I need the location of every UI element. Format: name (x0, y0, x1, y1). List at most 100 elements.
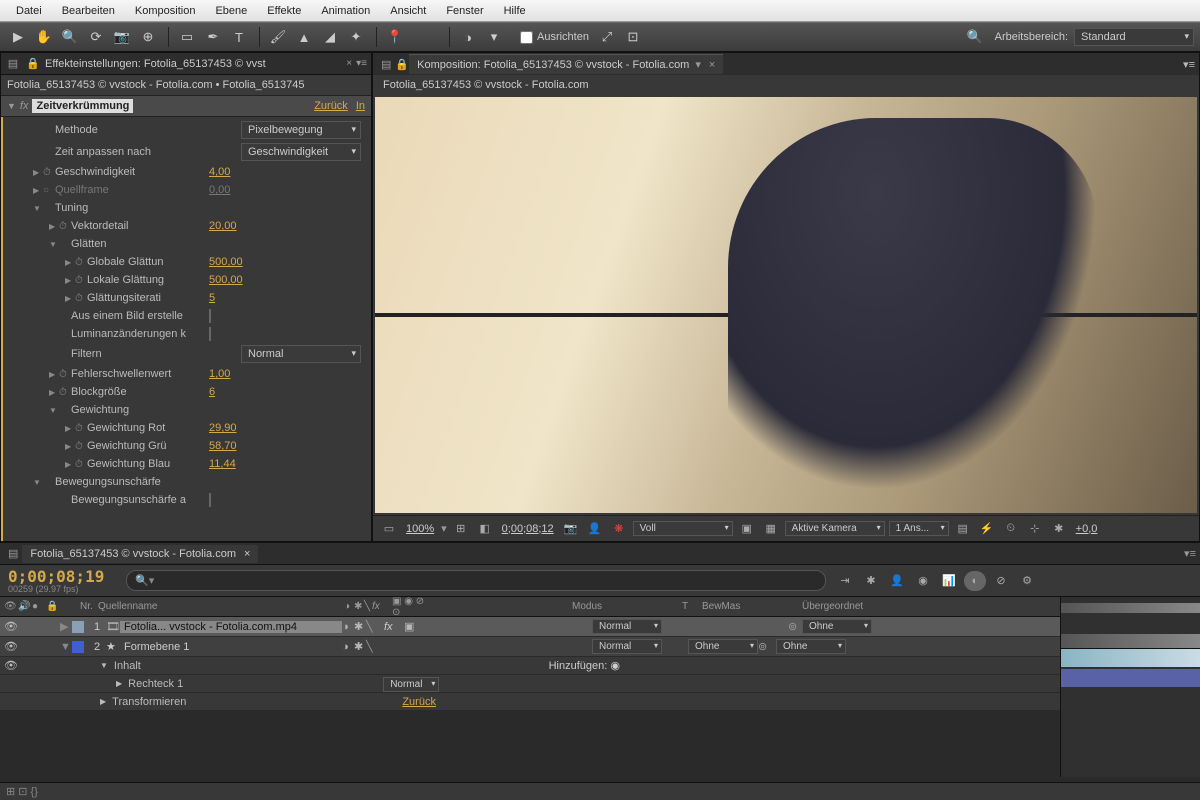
fast-icon[interactable]: ⚡ (977, 520, 997, 538)
property-row[interactable]: ▼Glätten (3, 235, 371, 253)
layer-row-1[interactable]: 👁 ▶ 1 🎞 Fotolia... vvstock - Fotolia.com… (0, 617, 1060, 637)
stopwatch-icon[interactable]: ⏱ (75, 293, 87, 304)
prop-value[interactable]: 29,90 (209, 422, 237, 434)
property-row[interactable]: ▶⏱Blockgröße6 (3, 383, 371, 401)
twirl-icon[interactable]: ▶ (65, 442, 75, 451)
mask-icon[interactable]: ◧ (475, 520, 495, 538)
twirl-icon[interactable]: ▶ (65, 294, 75, 303)
toggle-switches-icon[interactable]: ⊞ ⊡ {} (6, 786, 38, 798)
view-dropdown[interactable]: Aktive Kamera (785, 521, 885, 536)
panel-menu2-icon[interactable]: ▾≡ (356, 58, 367, 69)
twirl-icon[interactable]: ▶ (65, 424, 75, 433)
add-button-icon[interactable]: ◉ (610, 660, 620, 672)
property-row[interactable]: ▼Gewichtung (3, 401, 371, 419)
close-icon[interactable]: × (709, 59, 715, 71)
menu-fenster[interactable]: Fenster (436, 2, 493, 20)
camera-tool-icon[interactable]: 📷 (110, 26, 134, 48)
twirl-icon[interactable]: ▶ (49, 370, 59, 379)
property-row[interactable]: Aus einem Bild erstelle (3, 307, 371, 325)
stopwatch-icon[interactable]: ⏱ (59, 221, 71, 232)
parent-dropdown[interactable]: Ohne (776, 639, 846, 654)
timeline-ruler[interactable]: :00s (1060, 597, 1200, 777)
prop-value[interactable]: 11,44 (209, 458, 236, 470)
property-row[interactable]: ▶⏱Geschwindigkeit4,00 (3, 163, 371, 181)
rect-tool-icon[interactable]: ▭ (175, 26, 199, 48)
timeline-tab[interactable]: Fotolia_65137453 © vvstock - Fotolia.com… (22, 545, 258, 563)
lock-icon[interactable]: 🔒 (25, 56, 41, 72)
prop-value[interactable]: 5 (209, 292, 215, 304)
property-row[interactable]: Luminanzänderungen k (3, 325, 371, 343)
prop-value[interactable]: 20,00 (209, 220, 237, 232)
stopwatch-icon[interactable]: ⏱ (75, 275, 87, 286)
prop-dropdown[interactable]: Geschwindigkeit (241, 143, 361, 161)
stopwatch-icon[interactable]: ⏱ (75, 423, 87, 434)
property-row[interactable]: ▶⏱Gewichtung Grü58,70 (3, 437, 371, 455)
panel-close-icon[interactable]: × (346, 58, 352, 69)
layer-color-swatch[interactable] (72, 621, 84, 633)
prop-value[interactable]: 1,00 (209, 368, 230, 380)
pen-tool-icon[interactable]: ✒ (201, 26, 225, 48)
comp-lock-icon[interactable]: 🔒 (395, 58, 409, 71)
shape-track-bar[interactable] (1061, 669, 1200, 687)
zoom-value[interactable]: 100% (403, 523, 437, 535)
stopwatch-icon[interactable]: ⏱ (75, 257, 87, 268)
text-tool-icon[interactable]: T (227, 26, 251, 48)
menu-ebene[interactable]: Ebene (205, 2, 257, 20)
prop-value[interactable]: 500,00 (209, 256, 243, 268)
time1-icon[interactable]: ⏲ (1001, 520, 1021, 538)
snap2-icon[interactable]: ⊡ (621, 26, 645, 48)
fx-name[interactable]: Zeitverkrümmung (32, 99, 133, 113)
property-row[interactable]: ▶⏱Vektordetail20,00 (3, 217, 371, 235)
roto-tool-icon[interactable]: ✦ (344, 26, 368, 48)
panel-menu-icon[interactable]: ▤ (5, 56, 21, 72)
parent-dropdown[interactable]: Ohne (802, 619, 872, 634)
effects-tab-title[interactable]: Effekteinstellungen: Fotolia_65137453 © … (45, 58, 342, 70)
pixel-icon[interactable]: ▤ (953, 520, 973, 538)
twirl-icon[interactable]: ▶ (65, 258, 75, 267)
eraser-tool-icon[interactable]: ◢ (318, 26, 342, 48)
prop-value[interactable]: 58,70 (209, 440, 237, 452)
sublayer-inhalt[interactable]: 👁 ▼Inhalt Hinzufügen: ◉ (0, 657, 1060, 675)
resolution-dropdown[interactable]: Voll (633, 521, 733, 536)
rotate-tool-icon[interactable]: ⟳ (84, 26, 108, 48)
property-row[interactable]: ▶⏱Gewichtung Blau11,44 (3, 455, 371, 473)
property-row[interactable]: MethodePixelbewegung (3, 119, 371, 141)
twirl-icon[interactable]: ▶ (49, 222, 59, 231)
fx-about-link[interactable]: In (356, 100, 365, 112)
property-row[interactable]: ▼Bewegungsunschärfe (3, 473, 371, 491)
property-row[interactable]: Zeit anpassen nachGeschwindigkeit (3, 141, 371, 163)
sublayer-transform[interactable]: ▶Transformieren Zurück (0, 693, 1060, 711)
hand-tool-icon[interactable]: ✋ (32, 26, 56, 48)
eye-icon[interactable]: 👁 (4, 620, 18, 633)
channel-icon[interactable]: 👤 (585, 520, 605, 538)
stopwatch-icon[interactable]: ○ (43, 185, 55, 196)
stopwatch-icon[interactable]: ⏱ (43, 167, 55, 178)
snapshot-icon[interactable]: 📷 (561, 520, 581, 538)
menu-hilfe[interactable]: Hilfe (494, 2, 536, 20)
tree-icon[interactable]: ⊹ (1025, 520, 1045, 538)
layer-name-label[interactable]: Fotolia... vvstock - Fotolia.com.mp4 (120, 621, 342, 633)
brush-tool-icon[interactable]: 🖌 (266, 26, 290, 48)
property-row[interactable]: ▶⏱Gewichtung Rot29,90 (3, 419, 371, 437)
twirl-icon[interactable]: ▶ (65, 276, 75, 285)
sublayer-rechteck[interactable]: ▶Rechteck 1 Normal (0, 675, 1060, 693)
video-track-bar[interactable] (1061, 649, 1200, 667)
tl-shy-icon[interactable]: 👤 (886, 571, 908, 591)
tl-tool1-icon[interactable]: ⇥ (834, 571, 856, 591)
timeline-search-input[interactable]: 🔍▾ (126, 570, 826, 591)
zoom-tool-icon[interactable]: 🔍 (58, 26, 82, 48)
fx-reset-link[interactable]: Zurück (314, 100, 348, 112)
misc2-icon[interactable]: ▾ (482, 26, 506, 48)
snap1-icon[interactable]: ⤢ (595, 26, 619, 48)
exposure-value[interactable]: +0,0 (1073, 523, 1101, 535)
menu-bearbeiten[interactable]: Bearbeiten (52, 2, 125, 20)
shape-mode-dropdown[interactable]: Normal (383, 677, 439, 692)
layer-row-2[interactable]: 👁 ▼ 2 ★ Formebene 1 ◑✱╲ Normal Ohne ⊚ Oh… (0, 637, 1060, 657)
tl-graph-icon[interactable]: 📊 (938, 571, 960, 591)
fx-twirl-icon[interactable]: ▼ (7, 101, 16, 111)
twirl-icon[interactable]: ▶ (33, 186, 43, 195)
selection-tool-icon[interactable]: ▶ (6, 26, 30, 48)
menu-komposition[interactable]: Komposition (125, 2, 206, 20)
twirl-icon[interactable]: ▶ (49, 388, 59, 397)
prop-value[interactable]: 0,00 (209, 184, 230, 196)
